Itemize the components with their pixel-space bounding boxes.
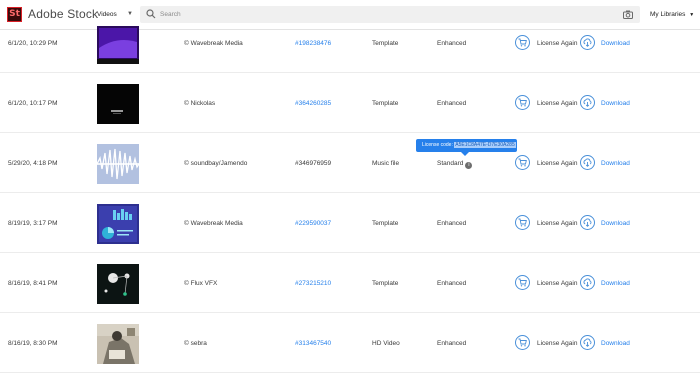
row-artist: © Wavebreak Media: [184, 40, 243, 47]
tooltip-arrow: [461, 152, 469, 156]
asset-id-link[interactable]: #346976959: [295, 160, 331, 168]
row-type: Template: [372, 100, 399, 107]
row-license: Enhanced: [437, 280, 467, 287]
asset-thumbnail[interactable]: [97, 26, 139, 64]
license-history-list: 6/1/20, 10:29 PM © Wavebreak Media #1982…: [0, 13, 700, 373]
row-artist: © sebra: [184, 340, 207, 347]
download-button[interactable]: Download: [601, 280, 630, 288]
row-type: Template: [372, 280, 399, 287]
table-row: 6/1/20, 10:17 PM © Nickolas #364260285 T…: [0, 73, 700, 133]
asset-id-link[interactable]: #273215210: [295, 280, 331, 288]
row-license-label: Standard: [437, 160, 464, 167]
row-type: HD Video: [372, 340, 400, 347]
asset-id-link[interactable]: #198238476: [295, 40, 331, 48]
download-button[interactable]: Download: [601, 340, 630, 348]
row-date: 5/29/20, 4:18 PM: [8, 160, 58, 167]
license-code-label: License code:: [422, 142, 453, 148]
row-date: 8/19/19, 3:17 PM: [8, 220, 58, 227]
cart-icon[interactable]: [515, 155, 530, 170]
asset-id-link[interactable]: #229590037: [295, 220, 331, 228]
asset-thumbnail[interactable]: [97, 264, 139, 304]
table-row: 5/29/20, 4:18 PM © soundbay/Jamendo #346…: [0, 133, 700, 193]
row-artist: © soundbay/Jamendo: [184, 160, 248, 167]
row-date: 8/16/19, 8:41 PM: [8, 280, 58, 287]
cart-icon[interactable]: [515, 95, 530, 110]
license-again-button[interactable]: License Again: [537, 340, 577, 348]
download-cloud-icon[interactable]: [580, 215, 595, 230]
license-code-value[interactable]: A5E1C8A47E-D7E30A285: [454, 142, 516, 148]
row-license: Enhanced: [437, 40, 467, 47]
asset-thumbnail[interactable]: [97, 84, 139, 124]
row-date: 8/16/19, 8:30 PM: [8, 340, 58, 347]
asset-id-link[interactable]: #313467540: [295, 340, 331, 348]
cart-icon[interactable]: [515, 35, 530, 50]
download-cloud-icon[interactable]: [580, 155, 595, 170]
license-again-button[interactable]: License Again: [537, 280, 577, 288]
asset-thumbnail[interactable]: [97, 204, 139, 244]
row-license: Enhanced: [437, 220, 467, 227]
cart-icon[interactable]: [515, 335, 530, 350]
license-code-tooltip: License code: A5E1C8A47E-D7E30A285: [416, 139, 517, 152]
cart-icon[interactable]: [515, 275, 530, 290]
license-again-button[interactable]: License Again: [537, 220, 577, 228]
asset-thumbnail[interactable]: [97, 144, 139, 184]
download-cloud-icon[interactable]: [580, 95, 595, 110]
info-icon[interactable]: i: [465, 162, 473, 169]
download-button[interactable]: Download: [601, 160, 630, 168]
row-license: Standard i: [437, 160, 473, 169]
download-cloud-icon[interactable]: [580, 275, 595, 290]
row-type: Template: [372, 40, 399, 47]
table-row: 8/16/19, 8:30 PM © sebra #313467540 HD V…: [0, 313, 700, 373]
row-type: Template: [372, 220, 399, 227]
row-license: Enhanced: [437, 100, 467, 107]
download-cloud-icon[interactable]: [580, 35, 595, 50]
table-row: 6/1/20, 10:29 PM © Wavebreak Media #1982…: [0, 13, 700, 73]
download-button[interactable]: Download: [601, 220, 630, 228]
row-date: 6/1/20, 10:29 PM: [8, 40, 58, 47]
row-date: 6/1/20, 10:17 PM: [8, 100, 58, 107]
download-button[interactable]: Download: [601, 40, 630, 48]
download-cloud-icon[interactable]: [580, 335, 595, 350]
license-again-button[interactable]: License Again: [537, 160, 577, 168]
row-artist: © Nickolas: [184, 100, 216, 107]
cart-icon[interactable]: [515, 215, 530, 230]
license-again-button[interactable]: License Again: [537, 40, 577, 48]
row-license: Enhanced: [437, 340, 467, 347]
asset-id-link[interactable]: #364260285: [295, 100, 331, 108]
table-row: 8/16/19, 8:41 PM © Flux VFX #273215210 T…: [0, 253, 700, 313]
row-type: Music file: [372, 160, 400, 167]
asset-thumbnail[interactable]: [97, 324, 139, 364]
license-again-button[interactable]: License Again: [537, 100, 577, 108]
row-artist: © Wavebreak Media: [184, 220, 243, 227]
row-artist: © Flux VFX: [184, 280, 218, 287]
table-row: 8/19/19, 3:17 PM © Wavebreak Media #2295…: [0, 193, 700, 253]
download-button[interactable]: Download: [601, 100, 630, 108]
